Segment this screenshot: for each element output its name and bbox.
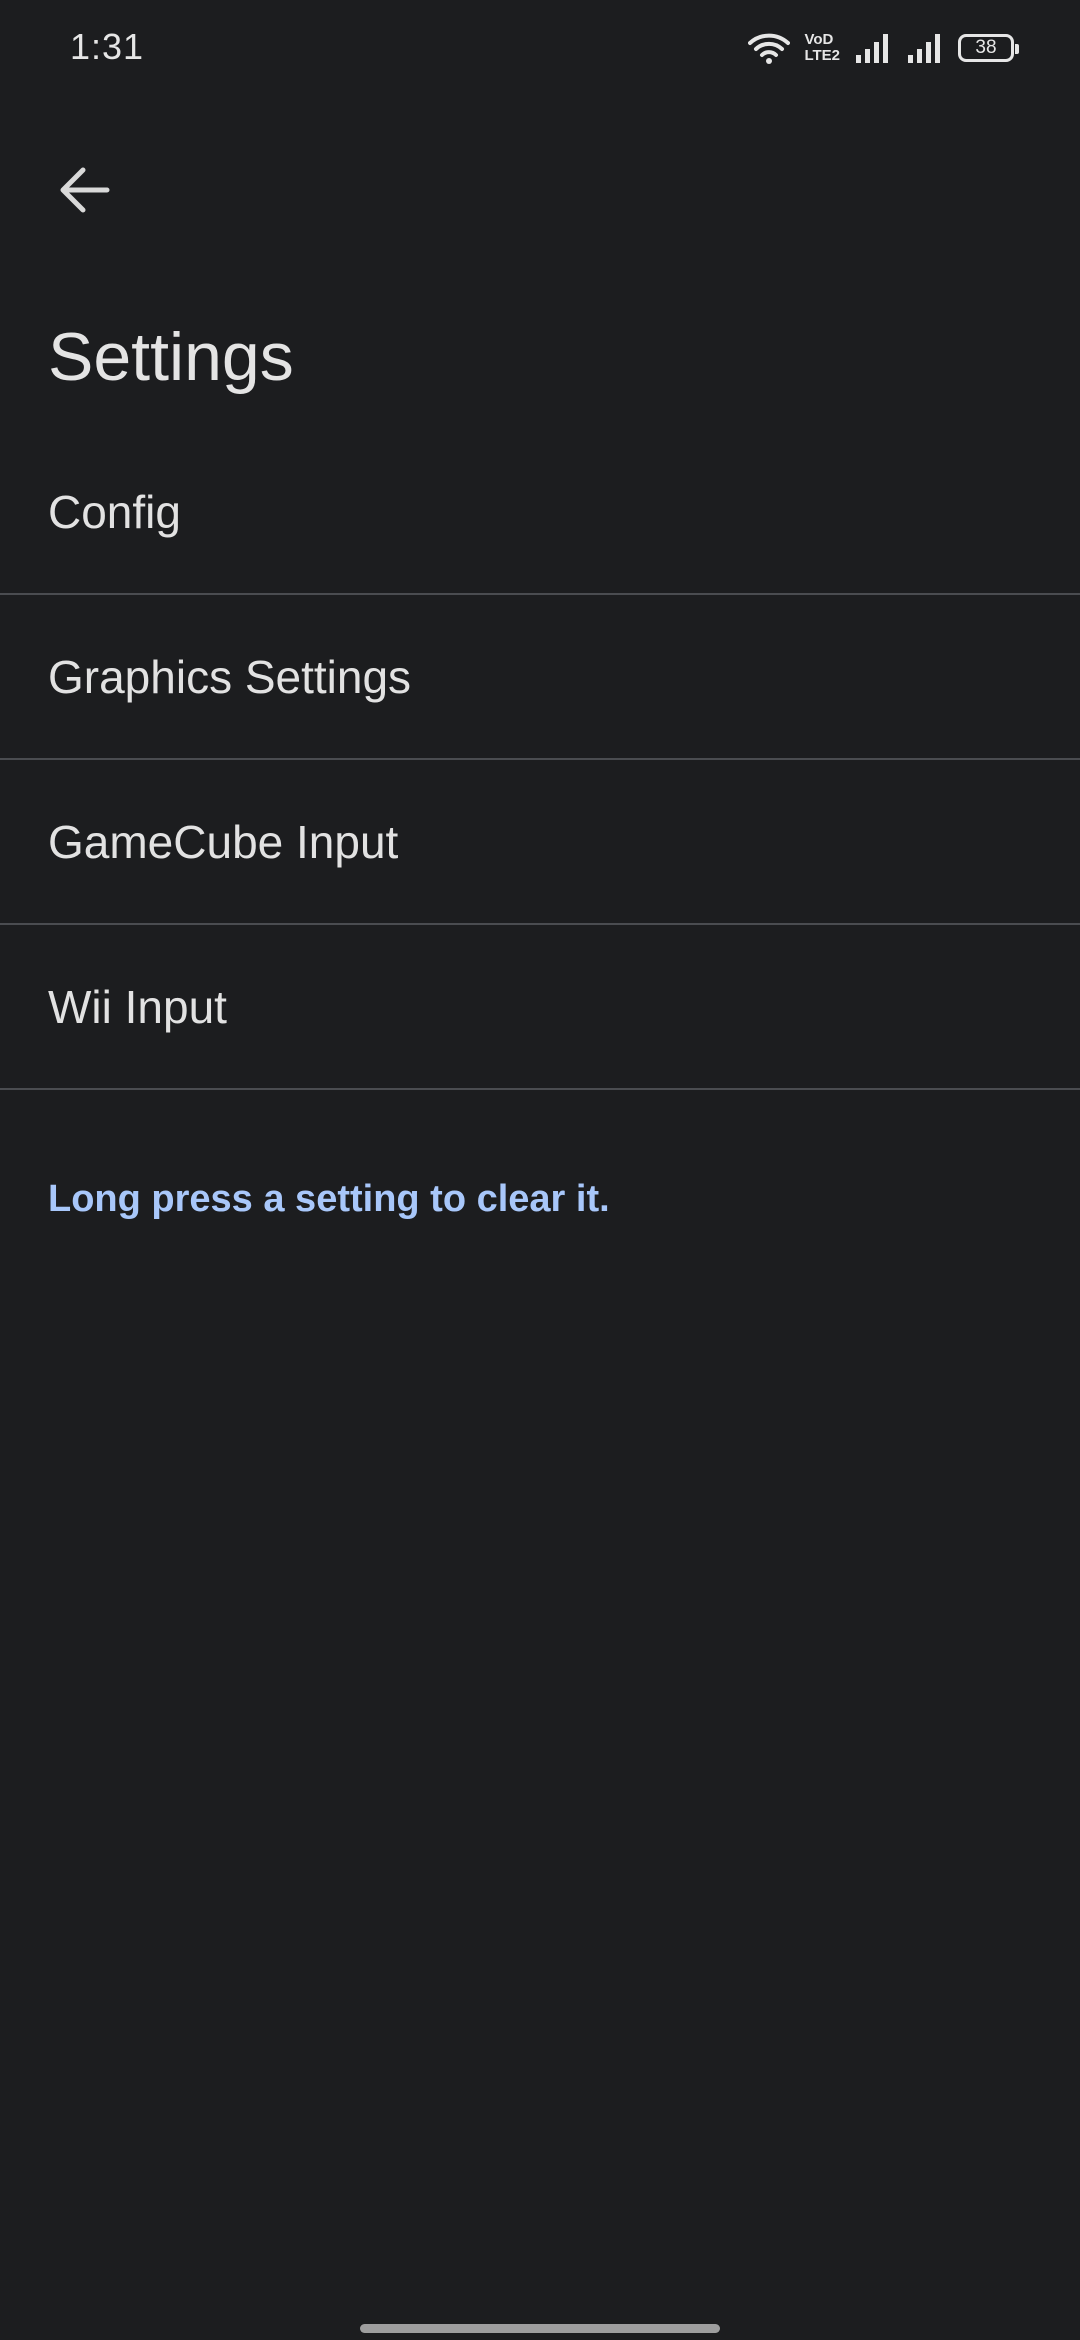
page-title: Settings xyxy=(48,319,294,395)
status-icons: VoD LTE2 38 xyxy=(748,28,1019,68)
battery-icon: 38 xyxy=(958,34,1019,62)
wifi-icon xyxy=(748,31,791,65)
settings-item-graphics-settings[interactable]: Graphics Settings xyxy=(0,595,1080,760)
volte-label-top: VoD xyxy=(804,31,834,48)
volte-label-bottom: LTE2 xyxy=(804,47,840,64)
hint-text: Long press a setting to clear it. xyxy=(48,1178,610,1220)
signal-icon xyxy=(854,33,892,63)
settings-list: Config Graphics Settings GameCube Input … xyxy=(0,430,1080,1090)
volte-icon: VoD LTE2 xyxy=(804,32,840,64)
settings-item-config[interactable]: Config xyxy=(0,430,1080,595)
settings-item-gamecube-input[interactable]: GameCube Input xyxy=(0,760,1080,925)
battery-level: 38 xyxy=(975,37,997,58)
navigation-handle[interactable] xyxy=(360,2324,720,2333)
settings-item-label: Config xyxy=(48,485,181,538)
settings-item-label: GameCube Input xyxy=(48,815,399,868)
arrow-left-icon xyxy=(57,166,111,219)
back-button[interactable] xyxy=(44,152,124,232)
settings-item-label: Graphics Settings xyxy=(48,650,412,703)
settings-item-label: Wii Input xyxy=(48,980,227,1033)
settings-screen: 1:31 VoD LTE2 38 Settings Config Graphic… xyxy=(0,0,1080,2340)
signal-icon xyxy=(906,33,944,63)
settings-item-wii-input[interactable]: Wii Input xyxy=(0,925,1080,1090)
status-bar: 1:31 VoD LTE2 38 xyxy=(0,0,1080,96)
status-time: 1:31 xyxy=(70,26,145,67)
